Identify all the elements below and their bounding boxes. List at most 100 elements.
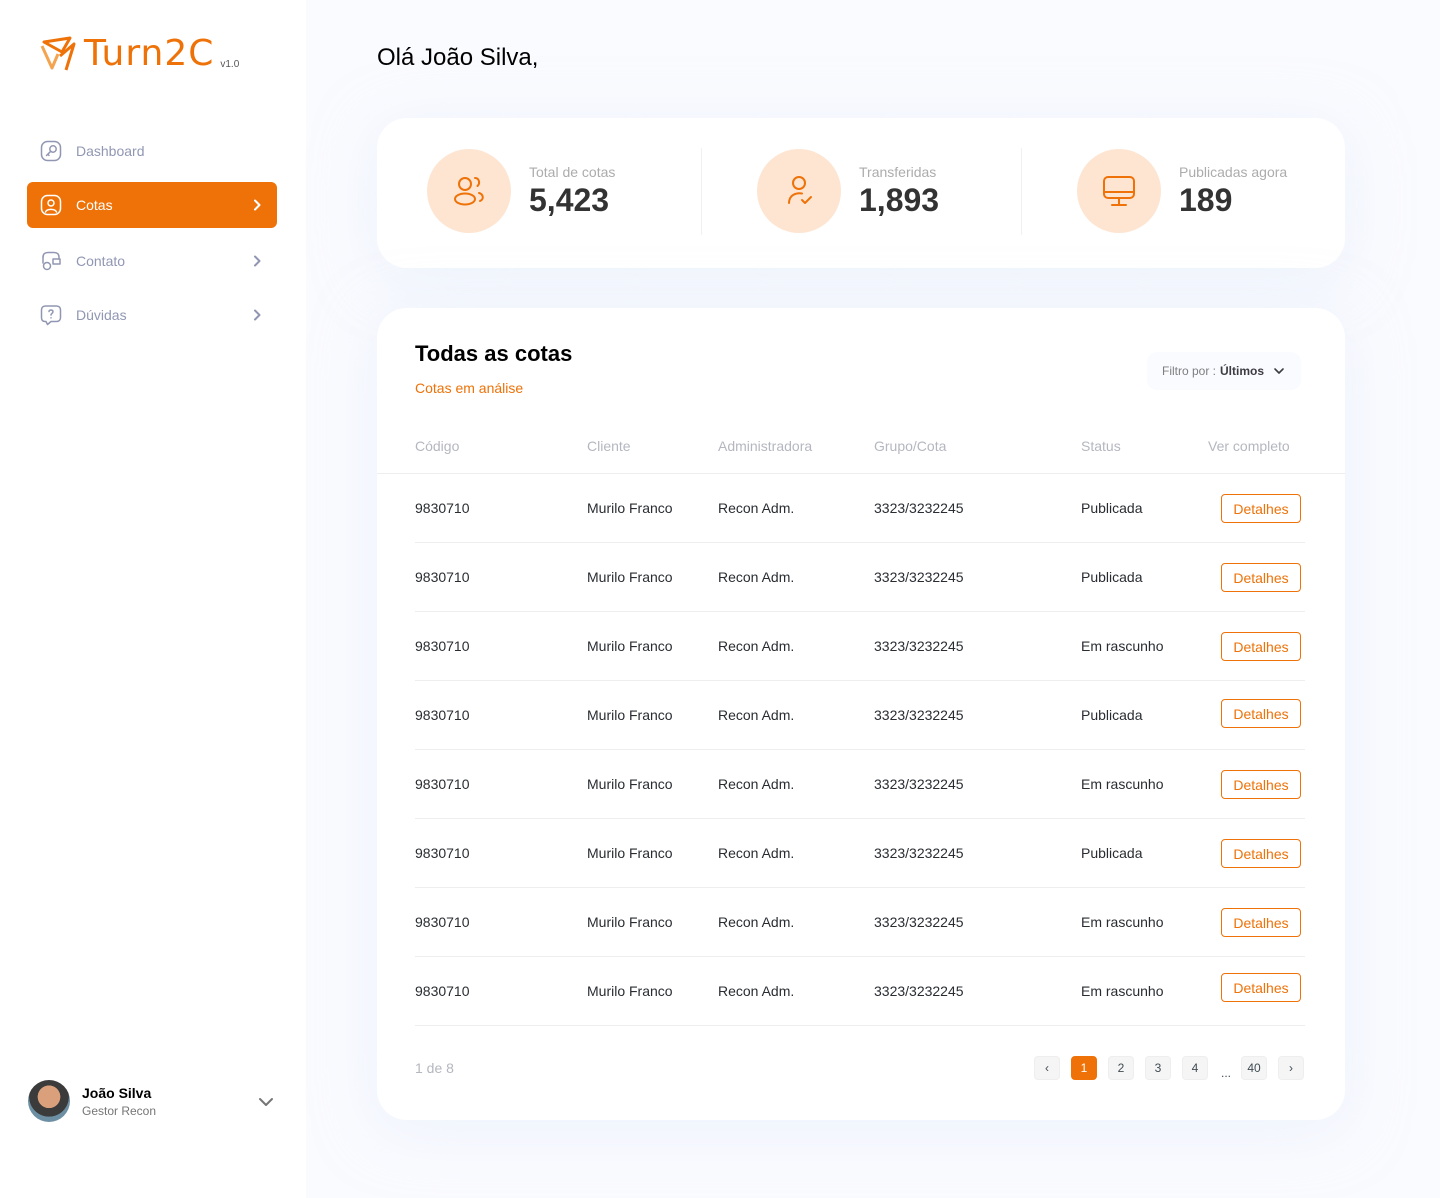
table-title: Todas as cotas — [415, 341, 573, 366]
cell-grupo-cota: 3323/3232245 — [874, 983, 964, 999]
cell-grupo-cota: 3323/3232245 — [874, 707, 964, 723]
stat-divider — [701, 148, 702, 235]
table-body: 9830710 Murilo Franco Recon Adm. 3323/32… — [377, 474, 1345, 1026]
cell-codigo: 9830710 — [415, 776, 470, 792]
cell-cliente: Murilo Franco — [587, 845, 673, 861]
users-icon — [427, 149, 511, 233]
cell-grupo-cota: 3323/3232245 — [874, 914, 964, 930]
filter-prefix: Filtro por : — [1162, 364, 1217, 378]
sidebar-item-label: Cotas — [76, 197, 113, 213]
sidebar: Turn2C v1.0 Dashboard Cotas Contato Dúvi… — [0, 0, 306, 1198]
cell-grupo-cota: 3323/3232245 — [874, 500, 964, 516]
cotas-table-card: Todas as cotas Cotas em análise Filtro p… — [377, 308, 1345, 1120]
sidebar-nav: Dashboard Cotas Contato Dúvidas — [27, 128, 277, 346]
cell-grupo-cota: 3323/3232245 — [874, 776, 964, 792]
sidebar-item-duvidas[interactable]: Dúvidas — [27, 292, 277, 338]
filter-value: Últimos — [1220, 364, 1265, 378]
column-header-ver-completo: Ver completo — [1208, 438, 1290, 454]
stat-label: Total de cotas — [529, 163, 616, 180]
cell-administradora: Recon Adm. — [718, 569, 795, 585]
column-header-codigo: Código — [415, 438, 460, 454]
chevron-down-icon[interactable] — [256, 1092, 276, 1112]
cell-codigo: 9830710 — [415, 500, 470, 516]
cell-cliente: Murilo Franco — [587, 983, 673, 999]
cell-administradora: Recon Adm. — [718, 845, 795, 861]
pagination: ‹ 1 2 3 4 ... 40 › — [1034, 1056, 1304, 1080]
table-row: 9830710 Murilo Franco Recon Adm. 3323/32… — [377, 750, 1345, 819]
details-button[interactable]: Detalhes — [1221, 563, 1301, 592]
table-row: 9830710 Murilo Franco Recon Adm. 3323/32… — [377, 957, 1345, 1026]
pagination-next-button[interactable]: › — [1278, 1056, 1304, 1080]
brand-name: Turn2C — [84, 33, 215, 74]
pagination-page-4[interactable]: 4 — [1182, 1056, 1208, 1080]
pagination-prev-button[interactable]: ‹ — [1034, 1056, 1060, 1080]
chevron-right-icon — [254, 199, 261, 211]
cell-administradora: Recon Adm. — [718, 914, 795, 930]
pagination-page-3[interactable]: 3 — [1145, 1056, 1171, 1080]
table-subtitle: Cotas em análise — [415, 380, 524, 396]
cell-status: Publicada — [1081, 707, 1143, 723]
user-name: João Silva — [82, 1084, 152, 1101]
cell-grupo-cota: 3323/3232245 — [874, 845, 964, 861]
cell-cliente: Murilo Franco — [587, 707, 673, 723]
user-info: João Silva Gestor Recon — [82, 1085, 156, 1118]
details-button[interactable]: Detalhes — [1221, 494, 1301, 523]
cell-administradora: Recon Adm. — [718, 500, 795, 516]
pagination-page-1[interactable]: 1 — [1071, 1056, 1097, 1080]
sidebar-item-cotas[interactable]: Cotas — [27, 182, 277, 228]
cell-administradora: Recon Adm. — [718, 776, 795, 792]
details-button[interactable]: Detalhes — [1221, 973, 1301, 1002]
message-question-icon — [39, 303, 63, 327]
sidebar-item-label: Contato — [76, 253, 126, 269]
table-row: 9830710 Murilo Franco Recon Adm. 3323/32… — [377, 819, 1345, 888]
brand-logo: Turn2C v1.0 — [40, 36, 239, 72]
details-button[interactable]: Detalhes — [1221, 908, 1301, 937]
stats-card: Total de cotas 5,423 Transferidas 1,893 — [377, 118, 1345, 268]
wallet-money-icon — [39, 249, 63, 273]
sidebar-item-contato[interactable]: Contato — [27, 238, 277, 284]
stat-value: 5,423 — [529, 181, 610, 218]
cell-codigo: 9830710 — [415, 707, 470, 723]
chevron-right-icon — [254, 309, 261, 321]
table-header: Código Cliente Administradora Grupo/Cota… — [377, 438, 1345, 474]
user-check-icon — [757, 149, 841, 233]
cell-cliente: Murilo Franco — [587, 914, 673, 930]
page-greeting: Olá João Silva, — [377, 44, 539, 71]
pagination-ellipsis: ... — [1220, 1066, 1231, 1080]
cell-cliente: Murilo Franco — [587, 569, 673, 585]
column-header-grupo-cota: Grupo/Cota — [874, 438, 947, 454]
details-button[interactable]: Detalhes — [1221, 839, 1301, 868]
cell-status: Publicada — [1081, 569, 1143, 585]
cell-status: Em rascunho — [1081, 983, 1164, 999]
cell-cliente: Murilo Franco — [587, 638, 673, 654]
filter-dropdown[interactable]: Filtro por : Últimos — [1147, 352, 1301, 390]
cell-codigo: 9830710 — [415, 638, 470, 654]
details-button[interactable]: Detalhes — [1221, 770, 1301, 799]
cell-status: Em rascunho — [1081, 776, 1164, 792]
key-square-icon — [39, 139, 63, 163]
table-row: 9830710 Murilo Franco Recon Adm. 3323/32… — [377, 888, 1345, 957]
cell-grupo-cota: 3323/3232245 — [874, 569, 964, 585]
details-button[interactable]: Detalhes — [1221, 632, 1301, 661]
details-button[interactable]: Detalhes — [1221, 699, 1301, 728]
table-row: 9830710 Murilo Franco Recon Adm. 3323/32… — [377, 474, 1345, 543]
table-row: 9830710 Murilo Franco Recon Adm. 3323/32… — [377, 612, 1345, 681]
sidebar-item-label: Dashboard — [76, 143, 145, 159]
table-row: 9830710 Murilo Franco Recon Adm. 3323/32… — [377, 681, 1345, 750]
cell-administradora: Recon Adm. — [718, 638, 795, 654]
cell-administradora: Recon Adm. — [718, 983, 795, 999]
cell-grupo-cota: 3323/3232245 — [874, 638, 964, 654]
cell-codigo: 9830710 — [415, 845, 470, 861]
pagination-info: 1 de 8 — [415, 1060, 454, 1076]
column-header-status: Status — [1081, 438, 1121, 454]
pagination-page-2[interactable]: 2 — [1108, 1056, 1134, 1080]
table-row: 9830710 Murilo Franco Recon Adm. 3323/32… — [377, 543, 1345, 612]
cell-cliente: Murilo Franco — [587, 500, 673, 516]
cell-codigo: 9830710 — [415, 983, 470, 999]
stat-label: Transferidas — [859, 163, 937, 180]
user-profile[interactable]: João Silva Gestor Recon — [28, 1080, 278, 1122]
cell-status: Publicada — [1081, 845, 1143, 861]
sidebar-item-dashboard[interactable]: Dashboard — [27, 128, 277, 174]
pagination-page-last[interactable]: 40 — [1241, 1056, 1267, 1080]
cell-codigo: 9830710 — [415, 569, 470, 585]
